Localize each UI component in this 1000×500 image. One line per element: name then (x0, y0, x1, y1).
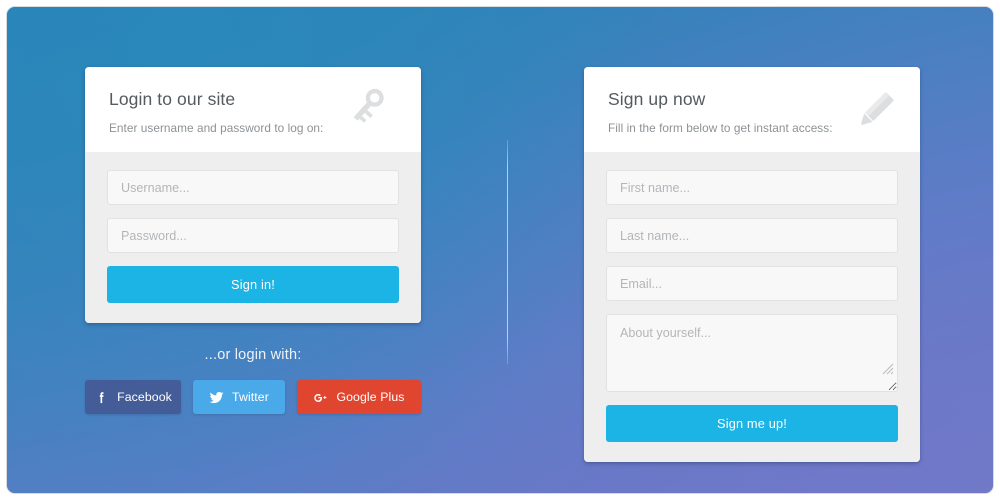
google-plus-icon (313, 390, 328, 405)
first-name-input[interactable] (606, 170, 898, 205)
sign-in-button[interactable]: Sign in! (107, 266, 399, 303)
signup-card-header: Sign up now Fill in the form below to ge… (584, 67, 920, 152)
google-plus-login-button[interactable]: Google Plus (297, 380, 421, 414)
signup-card-body: Sign me up! (584, 152, 920, 462)
google-plus-login-label: Google Plus (336, 390, 405, 404)
page-frame: Login to our site Enter username and pas… (6, 6, 994, 494)
username-input[interactable] (107, 170, 399, 205)
login-card: Login to our site Enter username and pas… (85, 67, 421, 323)
email-input[interactable] (606, 266, 898, 301)
signup-card: Sign up now Fill in the form below to ge… (584, 67, 920, 462)
pencil-icon (849, 85, 901, 137)
facebook-icon (94, 390, 109, 405)
social-login-label: ...or login with: (204, 347, 302, 363)
facebook-login-label: Facebook (117, 390, 172, 404)
twitter-login-label: Twitter (232, 390, 269, 404)
twitter-login-button[interactable]: Twitter (193, 380, 285, 414)
key-icon (350, 85, 402, 137)
twitter-icon (209, 390, 224, 405)
column-divider (507, 140, 508, 364)
last-name-input[interactable] (606, 218, 898, 253)
login-card-body: Sign in! (85, 152, 421, 323)
facebook-login-button[interactable]: Facebook (85, 380, 181, 414)
password-input[interactable] (107, 218, 399, 253)
about-yourself-wrapper (606, 314, 898, 392)
social-login-section: ...or login with: Facebook Twitter Googl… (85, 347, 421, 414)
sign-me-up-button[interactable]: Sign me up! (606, 405, 898, 442)
about-yourself-textarea[interactable] (606, 314, 898, 392)
login-card-header: Login to our site Enter username and pas… (85, 67, 421, 152)
social-buttons-row: Facebook Twitter Google Plus (85, 380, 421, 414)
